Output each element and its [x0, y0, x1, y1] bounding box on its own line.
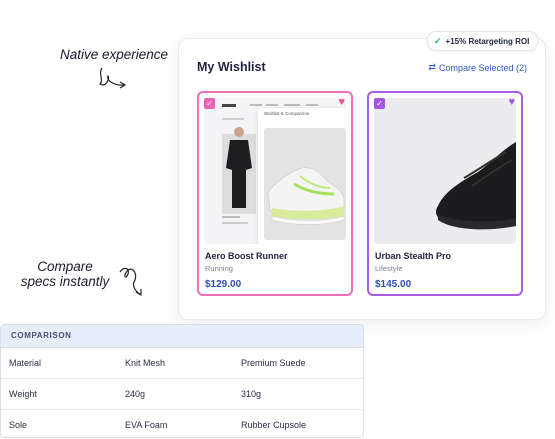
product-card-aero-boost[interactable]: ✓ ♥ Wishlist & Comparison Aero Boost Run… — [197, 91, 353, 296]
table-row: Weight 240g 310g — [1, 379, 363, 410]
card-checkbox[interactable]: ✓ — [204, 98, 215, 109]
overlay-title: Wishlist & Comparison — [264, 111, 310, 116]
compare-specs-note: Compare specs instantly — [14, 259, 116, 289]
compare-selected-label: Compare Selected (2) — [438, 62, 527, 73]
black-sneaker-illustration — [374, 98, 516, 244]
loop-arrow-icon — [119, 267, 142, 297]
squiggle-arrow-icon — [99, 67, 127, 89]
product-category: Lifestyle — [375, 264, 403, 273]
compare-selected-button[interactable]: ⇄ Compare Selected (2) — [428, 62, 527, 73]
spec-value-product-1: EVA Foam — [125, 420, 168, 430]
spec-label: Sole — [9, 420, 28, 430]
product-image — [374, 98, 516, 244]
spec-value-product-1: Knit Mesh — [125, 358, 166, 368]
compare-note-line-2: specs instantly — [20, 274, 110, 289]
card-checkbox[interactable]: ✓ — [374, 98, 385, 109]
spec-value-product-2: Rubber Cupsole — [241, 420, 307, 430]
heart-icon[interactable]: ♥ — [508, 96, 515, 108]
product-price: $145.00 — [375, 279, 412, 290]
product-image: Wishlist & Comparison — [204, 98, 346, 244]
product-name: Aero Boost Runner — [205, 251, 288, 261]
heart-icon[interactable]: ♥ — [338, 96, 345, 108]
table-row: Sole EVA Foam Rubber Cupsole — [1, 410, 363, 437]
product-price: $129.00 — [205, 279, 242, 290]
comparison-header: COMPARISON — [1, 325, 363, 348]
comparison-table: COMPARISON Material Knit Mesh Premium Su… — [0, 324, 364, 438]
spec-value-product-2: 310g — [241, 389, 262, 399]
product-category: Running — [205, 264, 233, 273]
comparison-overlay-mock: Wishlist & Comparison — [258, 108, 346, 244]
wishlist-panel: My Wishlist ⇄ Compare Selected (2) ✓ ♥ W… — [178, 38, 546, 320]
spec-label: Material — [9, 358, 42, 368]
table-row: Material Knit Mesh Premium Suede — [1, 348, 363, 379]
spec-label: Weight — [9, 389, 37, 399]
product-name: Urban Stealth Pro — [375, 251, 452, 261]
spec-value-product-1: 240g — [125, 389, 146, 399]
compare-note-line-1: Compare — [37, 259, 93, 274]
spec-value-product-2: Premium Suede — [241, 358, 306, 368]
sneaker-image — [264, 128, 346, 240]
wishlist-title: My Wishlist — [197, 60, 266, 74]
product-card-urban-stealth[interactable]: ✓ ♥ Urban Stealth Pro Lifestyle $145.00 — [367, 91, 523, 296]
check-icon: ✓ — [434, 35, 442, 46]
compare-arrows-icon: ⇄ — [428, 62, 436, 72]
roi-badge: ✓ +15% Retargeting ROI — [427, 31, 539, 51]
native-experience-note: Native experience — [60, 47, 169, 62]
roi-badge-label: +15% Retargeting ROI — [445, 36, 530, 46]
